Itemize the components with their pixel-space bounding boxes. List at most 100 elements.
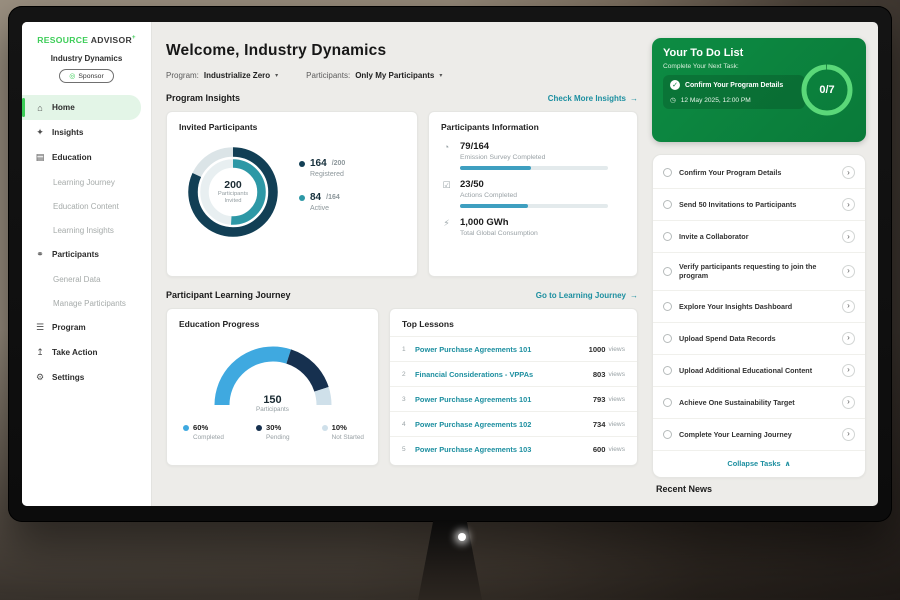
task-checkbox[interactable]: [663, 200, 672, 209]
sidebar-item-label: Education: [52, 153, 92, 162]
chevron-right-icon[interactable]: ›: [842, 300, 855, 313]
sidebar-item-learning-insights[interactable]: Learning Insights: [22, 218, 151, 242]
card-title: Top Lessons: [390, 309, 637, 329]
invited-participants-card: Invited Participants 200: [166, 111, 418, 277]
sidebar-item-insights[interactable]: ✦ Insights: [22, 120, 151, 145]
todo-progress-count: 0/7: [799, 62, 855, 118]
lesson-row[interactable]: 2 Financial Considerations - VPPAs 803 v…: [390, 361, 637, 386]
next-task[interactable]: ✓ Confirm Your Program Details: [670, 80, 798, 90]
registered-dot: [299, 161, 305, 167]
sidebar-item-program[interactable]: ☰ Program: [22, 315, 151, 340]
lesson-title-link[interactable]: Power Purchase Agreements 102: [415, 420, 593, 429]
sidebar-item-settings[interactable]: ⚙ Settings: [22, 365, 151, 390]
task-checkbox[interactable]: [663, 267, 672, 276]
stat-value: 79/164: [460, 141, 608, 152]
chevron-right-icon[interactable]: ›: [842, 428, 855, 441]
task-row[interactable]: Complete Your Learning Journey ›: [653, 419, 865, 451]
chevron-right-icon[interactable]: ›: [842, 265, 855, 278]
lesson-row[interactable]: 4 Power Purchase Agreements 102 734 view…: [390, 411, 637, 436]
program-insights-header: Program Insights Check More Insights →: [166, 93, 638, 103]
task-checkbox[interactable]: [663, 302, 672, 311]
task-label: Send 50 Invitations to Participants: [679, 200, 835, 209]
lesson-views-label: views: [609, 396, 626, 403]
lesson-row[interactable]: 3 Power Purchase Agreements 101 793 view…: [390, 386, 637, 411]
task-checkbox[interactable]: [663, 168, 672, 177]
active-dot: [299, 195, 305, 201]
gauge-center-label: 150 Participants: [208, 394, 338, 413]
card-title: Invited Participants: [167, 112, 417, 132]
take-action-icon: ↥: [35, 347, 45, 358]
org-name: Industry Dynamics: [22, 54, 151, 63]
legend-active: 84 /164 Active: [299, 192, 345, 212]
stat-value: 23/50: [460, 179, 608, 190]
lesson-views-label: views: [609, 371, 626, 378]
sidebar-item-general-data[interactable]: General Data: [22, 267, 151, 291]
task-row[interactable]: Send 50 Invitations to Participants ›: [653, 189, 865, 221]
task-row[interactable]: Upload Additional Educational Content ›: [653, 355, 865, 387]
task-checkbox[interactable]: [663, 430, 672, 439]
lesson-title-link[interactable]: Power Purchase Agreements 101: [415, 395, 593, 404]
sidebar-item-label: Manage Participants: [53, 299, 126, 308]
collapse-tasks-link[interactable]: Collapse Tasks ∧: [653, 451, 865, 475]
task-checkbox[interactable]: [663, 232, 672, 241]
chevron-down-icon: ▾: [275, 72, 278, 79]
lessons-list: 1 Power Purchase Agreements 101 1000 vie…: [390, 336, 637, 461]
due-date: ◷ 12 May 2025, 12:00 PM: [670, 96, 798, 104]
registered-total: /200: [332, 160, 346, 167]
participants-count: 150: [208, 394, 338, 406]
sidebar-item-label: Settings: [52, 373, 84, 382]
lesson-rank: 5: [402, 446, 415, 453]
task-checkbox[interactable]: [663, 398, 672, 407]
task-row[interactable]: Invite a Collaborator ›: [653, 221, 865, 253]
lesson-rank: 3: [402, 396, 415, 403]
sidebar-item-take-action[interactable]: ↥ Take Action: [22, 340, 151, 365]
sidebar-item-education-content[interactable]: Education Content: [22, 194, 151, 218]
logo-primary: RESOURCE: [37, 35, 88, 45]
chevron-right-icon[interactable]: ›: [842, 332, 855, 345]
photo-background: RESOURCE ADVISOR+ Industry Dynamics ◎ Sp…: [0, 0, 900, 600]
stat-label: Emission Survey Completed: [460, 154, 608, 161]
sponsor-badge[interactable]: ◎ Sponsor: [59, 69, 113, 83]
task-checkbox[interactable]: [663, 334, 672, 343]
pending-pct: 30%: [266, 423, 281, 432]
task-label: Upload Spend Data Records: [679, 334, 835, 343]
filters-bar: Program: Industrialize Zero ▾ Participan…: [166, 71, 652, 80]
actions-icon: ☑: [441, 180, 452, 191]
sidebar-item-home[interactable]: ⌂ Home: [22, 95, 141, 120]
task-row[interactable]: Verify participants requesting to join t…: [653, 253, 865, 291]
program-filter[interactable]: Program: Industrialize Zero ▾: [166, 71, 278, 80]
participants-information-card: Participants Information ◔ 79/164 Emissi…: [428, 111, 638, 277]
lesson-row[interactable]: 5 Power Purchase Agreements 103 600 view…: [390, 436, 637, 461]
lesson-title-link[interactable]: Power Purchase Agreements 101: [415, 345, 589, 354]
chevron-right-icon[interactable]: ›: [842, 396, 855, 409]
survey-icon: ◔: [441, 142, 452, 152]
task-row[interactable]: Explore Your Insights Dashboard ›: [653, 291, 865, 323]
sidebar-item-education[interactable]: ▤ Education: [22, 145, 151, 170]
chevron-right-icon[interactable]: ›: [842, 198, 855, 211]
chevron-right-icon[interactable]: ›: [842, 166, 855, 179]
lesson-views: 600: [593, 445, 606, 454]
top-lessons-card: Top Lessons 1 Power Purchase Agreements …: [389, 308, 638, 466]
active-label: Active: [310, 205, 345, 212]
task-row[interactable]: Upload Spend Data Records ›: [653, 323, 865, 355]
chevron-right-icon[interactable]: ›: [842, 230, 855, 243]
lesson-title-link[interactable]: Financial Considerations - VPPAs: [415, 370, 593, 379]
task-checkbox[interactable]: [663, 366, 672, 375]
check-more-insights-link[interactable]: Check More Insights →: [548, 94, 638, 103]
sidebar-item-participants[interactable]: ⚭ Participants: [22, 242, 151, 267]
progress-fill: [460, 166, 531, 170]
todo-title: Your To Do List: [663, 47, 855, 59]
lesson-row[interactable]: 1 Power Purchase Agreements 101 1000 vie…: [390, 336, 637, 361]
sidebar-item-manage-participants[interactable]: Manage Participants: [22, 291, 151, 315]
lesson-rank: 2: [402, 371, 415, 378]
chevron-right-icon[interactable]: ›: [842, 364, 855, 377]
sidebar-item-learning-journey[interactable]: Learning Journey: [22, 170, 151, 194]
learning-cards-row: Education Progress 150 Participants: [166, 308, 638, 466]
stat-actions-completed: ☑ 23/50 Actions Completed: [429, 170, 637, 208]
participants-filter[interactable]: Participants: Only My Participants ▾: [306, 71, 442, 80]
go-to-learning-journey-link[interactable]: Go to Learning Journey →: [536, 291, 638, 300]
task-row[interactable]: Achieve One Sustainability Target ›: [653, 387, 865, 419]
lesson-title-link[interactable]: Power Purchase Agreements 103: [415, 445, 593, 454]
sidebar-item-label: Program: [52, 323, 86, 332]
task-row[interactable]: Confirm Your Program Details ›: [653, 157, 865, 189]
